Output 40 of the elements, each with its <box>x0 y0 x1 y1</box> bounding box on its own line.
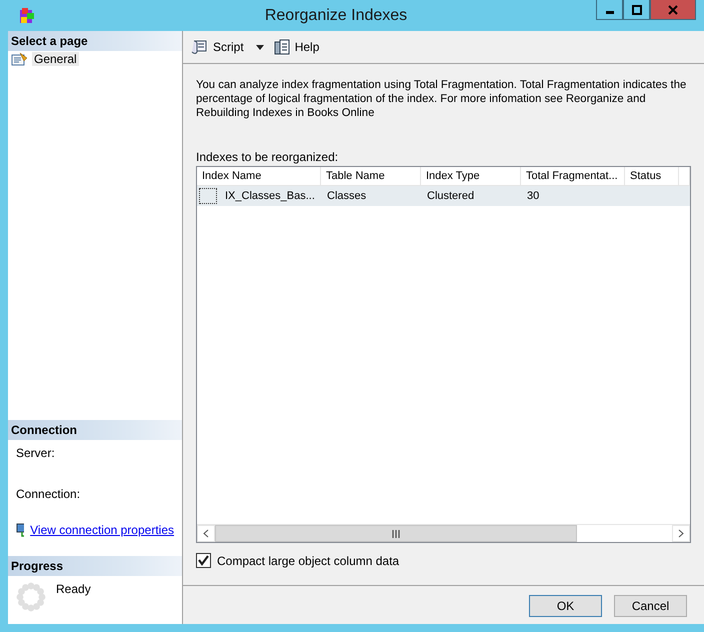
table-cell: Classes <box>327 190 366 202</box>
server-label: Server: <box>16 446 56 460</box>
chevron-left-icon <box>203 529 209 538</box>
row-checkbox[interactable] <box>199 188 217 204</box>
maximize-button[interactable] <box>623 0 650 20</box>
script-button[interactable]: Script <box>189 37 266 57</box>
section-header: Select a page <box>8 31 182 51</box>
chevron-right-icon <box>678 529 684 538</box>
help-button[interactable]: Help <box>272 36 322 58</box>
help-document-icon <box>274 38 291 56</box>
table-cell: Clustered <box>427 190 474 202</box>
cancel-button[interactable]: Cancel <box>614 595 687 617</box>
maximize-icon <box>632 4 642 14</box>
ok-button[interactable]: OK <box>529 595 602 617</box>
compact-checkbox[interactable] <box>196 553 211 568</box>
close-icon <box>668 4 678 14</box>
progress-status: Ready <box>56 582 91 596</box>
progress-spinner-icon <box>16 582 46 612</box>
window-title: Reorganize Indexes <box>264 6 408 24</box>
close-button[interactable] <box>650 0 696 20</box>
section-header: Connection <box>8 420 182 440</box>
minimize-icon <box>606 11 614 14</box>
checkbox-label: Compact large object column data <box>217 554 400 568</box>
page-item[interactable]: General <box>32 52 79 66</box>
minimize-button[interactable] <box>596 0 623 20</box>
connection-properties-link[interactable]: View connection properties <box>30 523 174 537</box>
connection-icon <box>16 522 24 538</box>
grid-label: Indexes to be reorganized: <box>196 150 340 164</box>
description-text: You can analyze index fragmentation using Total Fragmentation. Total Fragmentation indicates the percentage of logical fragmentation of the index. For more infomation see Reorganize and Rebuilding Indexes in Books Online <box>196 78 687 120</box>
caret-icon <box>256 44 264 50</box>
section-header: Progress <box>8 556 182 576</box>
table-cell: 30 <box>527 190 540 202</box>
connection-label: Connection: <box>16 487 82 501</box>
scroll-icon <box>191 39 209 55</box>
table-cell: IX_Classes_Bas... <box>225 190 315 202</box>
scrollbar-thumb[interactable] <box>215 525 577 542</box>
app-icon <box>18 6 36 24</box>
page-icon <box>11 52 28 66</box>
scroll-left-button[interactable] <box>197 525 215 542</box>
scroll-right-button[interactable] <box>672 525 690 542</box>
